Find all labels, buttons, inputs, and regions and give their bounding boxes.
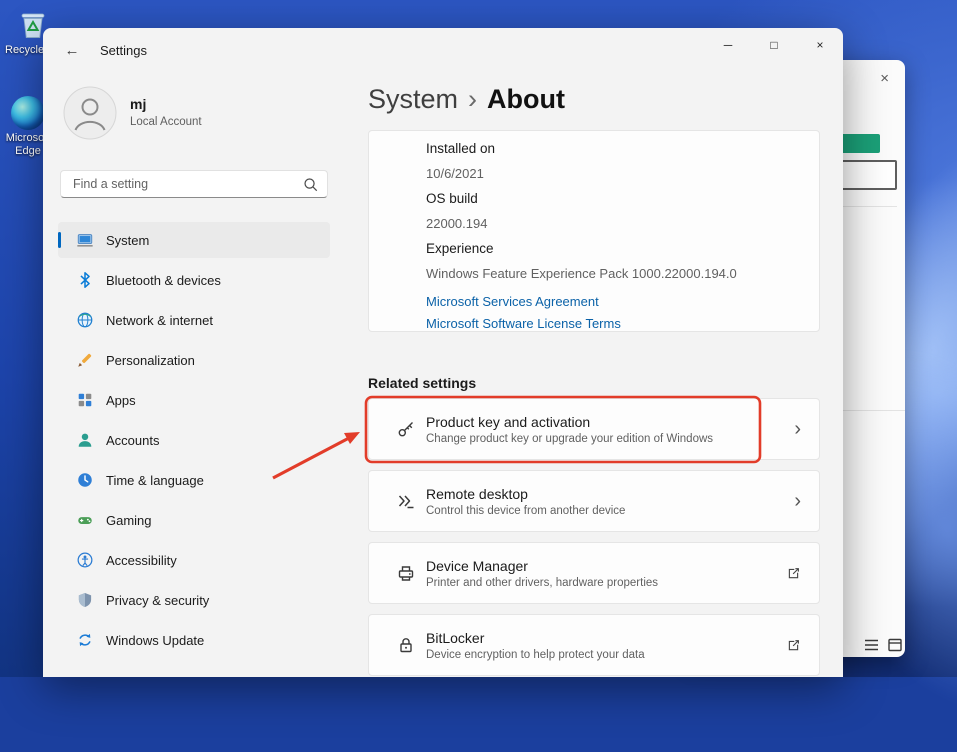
remote-desktop-icon <box>398 495 414 509</box>
card-subtitle: Printer and other drivers, hardware prop… <box>426 576 659 589</box>
time-language-icon <box>76 471 94 489</box>
sidebar-item-label: Personalization <box>106 352 195 368</box>
external-link-icon <box>788 639 799 650</box>
card-subtitle: Control this device from another device <box>426 504 626 517</box>
avatar[interactable] <box>63 86 117 140</box>
user-name[interactable]: mj <box>130 96 146 112</box>
sidebar-item-label: Bluetooth & devices <box>106 272 221 288</box>
spec-label: OS build <box>426 191 478 206</box>
user-account-type: Local Account <box>130 116 202 128</box>
services-agreement-link[interactable]: Microsoft Services Agreement <box>426 291 819 313</box>
windows-update-icon <box>76 631 94 649</box>
sidebar-item-label: Gaming <box>106 512 152 528</box>
system-icon <box>76 231 94 249</box>
sidebar-item-windows-update[interactable]: Windows Update <box>58 622 330 658</box>
related-settings-heading: Related settings <box>368 375 477 391</box>
search-icon <box>304 178 318 192</box>
spec-label: Experience <box>426 241 494 256</box>
apps-icon <box>76 391 94 409</box>
gaming-icon <box>76 511 94 529</box>
list-icon[interactable] <box>864 638 879 652</box>
card-title: BitLocker <box>426 629 485 646</box>
content-pane: System › About Installed on 10/6/2021 OS b… <box>365 72 843 677</box>
card-title: Remote desktop <box>426 485 528 502</box>
breadcrumb: System › About <box>368 84 565 115</box>
sidebar-item-label: System <box>106 232 150 248</box>
accessibility-icon <box>76 551 94 569</box>
network-icon <box>76 311 94 329</box>
edge-icon <box>11 96 45 130</box>
sidebar-item-label: Accounts <box>106 432 160 448</box>
windows-specs-card: Installed on 10/6/2021 OS build 22000.19… <box>368 130 820 332</box>
bitlocker-card[interactable]: BitLocker Device encryption to help prot… <box>368 614 820 676</box>
minimize-button[interactable]: ─ <box>705 28 751 62</box>
personalization-icon <box>76 351 94 369</box>
sidebar-item-accessibility[interactable]: Accessibility <box>58 542 330 578</box>
close-button[interactable]: × <box>797 28 843 62</box>
external-link-icon <box>788 567 799 578</box>
chevron-right-icon: › <box>794 490 801 512</box>
window-title: Settings <box>100 43 147 58</box>
spec-label: Installed on <box>426 141 496 156</box>
sidebar-item-label: Privacy & security <box>106 592 210 608</box>
accounts-icon <box>76 431 94 449</box>
remote-desktop-card[interactable]: Remote desktop Control this device from … <box>368 470 820 532</box>
device-manager-icon <box>398 566 414 581</box>
sidebar-item-system[interactable]: System <box>58 222 330 258</box>
sidebar-item-gaming[interactable]: Gaming <box>58 502 330 538</box>
sidebar-item-label: Windows Update <box>106 632 205 648</box>
bluetooth-icon <box>76 271 94 289</box>
card-title: Device Manager <box>426 557 528 574</box>
search-box[interactable] <box>60 170 328 198</box>
card-subtitle: Device encryption to help protect your d… <box>426 648 645 661</box>
sidebar-item-label: Apps <box>106 392 136 408</box>
page-title: About <box>487 84 565 114</box>
device-manager-card[interactable]: Device Manager Printer and other drivers… <box>368 542 820 604</box>
sidebar-item-personalization[interactable]: Personalization <box>58 342 330 378</box>
sidebar-item-network-internet[interactable]: Network & internet <box>58 302 330 338</box>
titlebar[interactable]: ← Settings ─ □ × <box>43 28 843 72</box>
key-icon <box>398 422 413 437</box>
maximize-button[interactable]: □ <box>751 28 797 62</box>
search-input[interactable] <box>61 171 299 197</box>
sidebar-item-bluetooth-devices[interactable]: Bluetooth & devices <box>58 262 330 298</box>
license-terms-link[interactable]: Microsoft Software License Terms <box>426 313 819 335</box>
privacy-shield-icon <box>76 591 94 609</box>
product-key-activation-card[interactable]: Product key and activation Change produc… <box>368 398 820 460</box>
bitlocker-lock-icon <box>400 638 412 653</box>
chevron-right-icon: › <box>794 418 801 440</box>
window-icon[interactable] <box>888 638 902 652</box>
sidebar-item-label: Time & language <box>106 472 204 488</box>
card-title: Product key and activation <box>426 413 591 430</box>
selected-accent-bar <box>58 232 61 248</box>
breadcrumb-root[interactable]: System <box>368 84 458 114</box>
spec-value: Windows Feature Experience Pack 1000.220… <box>426 266 737 281</box>
back-button[interactable]: ← <box>57 36 87 64</box>
spec-value: 22000.194 <box>426 216 488 231</box>
sidebar-nav: System Bluetooth & devices Network & int… <box>58 222 330 662</box>
card-subtitle: Change product key or upgrade your editi… <box>426 432 714 445</box>
sidebar-item-privacy-security[interactable]: Privacy & security <box>58 582 330 618</box>
related-settings-list: Product key and activation Change produc… <box>368 398 820 677</box>
sidebar-item-apps[interactable]: Apps <box>58 382 330 418</box>
spec-value: 10/6/2021 <box>426 166 484 181</box>
settings-window: ← Settings ─ □ × mj Local Account Find a… <box>43 28 843 677</box>
breadcrumb-separator-icon: › <box>468 84 478 114</box>
sidebar-item-accounts[interactable]: Accounts <box>58 422 330 458</box>
sidebar: mj Local Account System Bluetooth <box>43 72 365 677</box>
bg-close-icon[interactable]: × <box>880 70 889 87</box>
sidebar-item-label: Accessibility <box>106 552 177 568</box>
sidebar-item-time-language[interactable]: Time & language <box>58 462 330 498</box>
sidebar-item-label: Network & internet <box>106 312 213 328</box>
